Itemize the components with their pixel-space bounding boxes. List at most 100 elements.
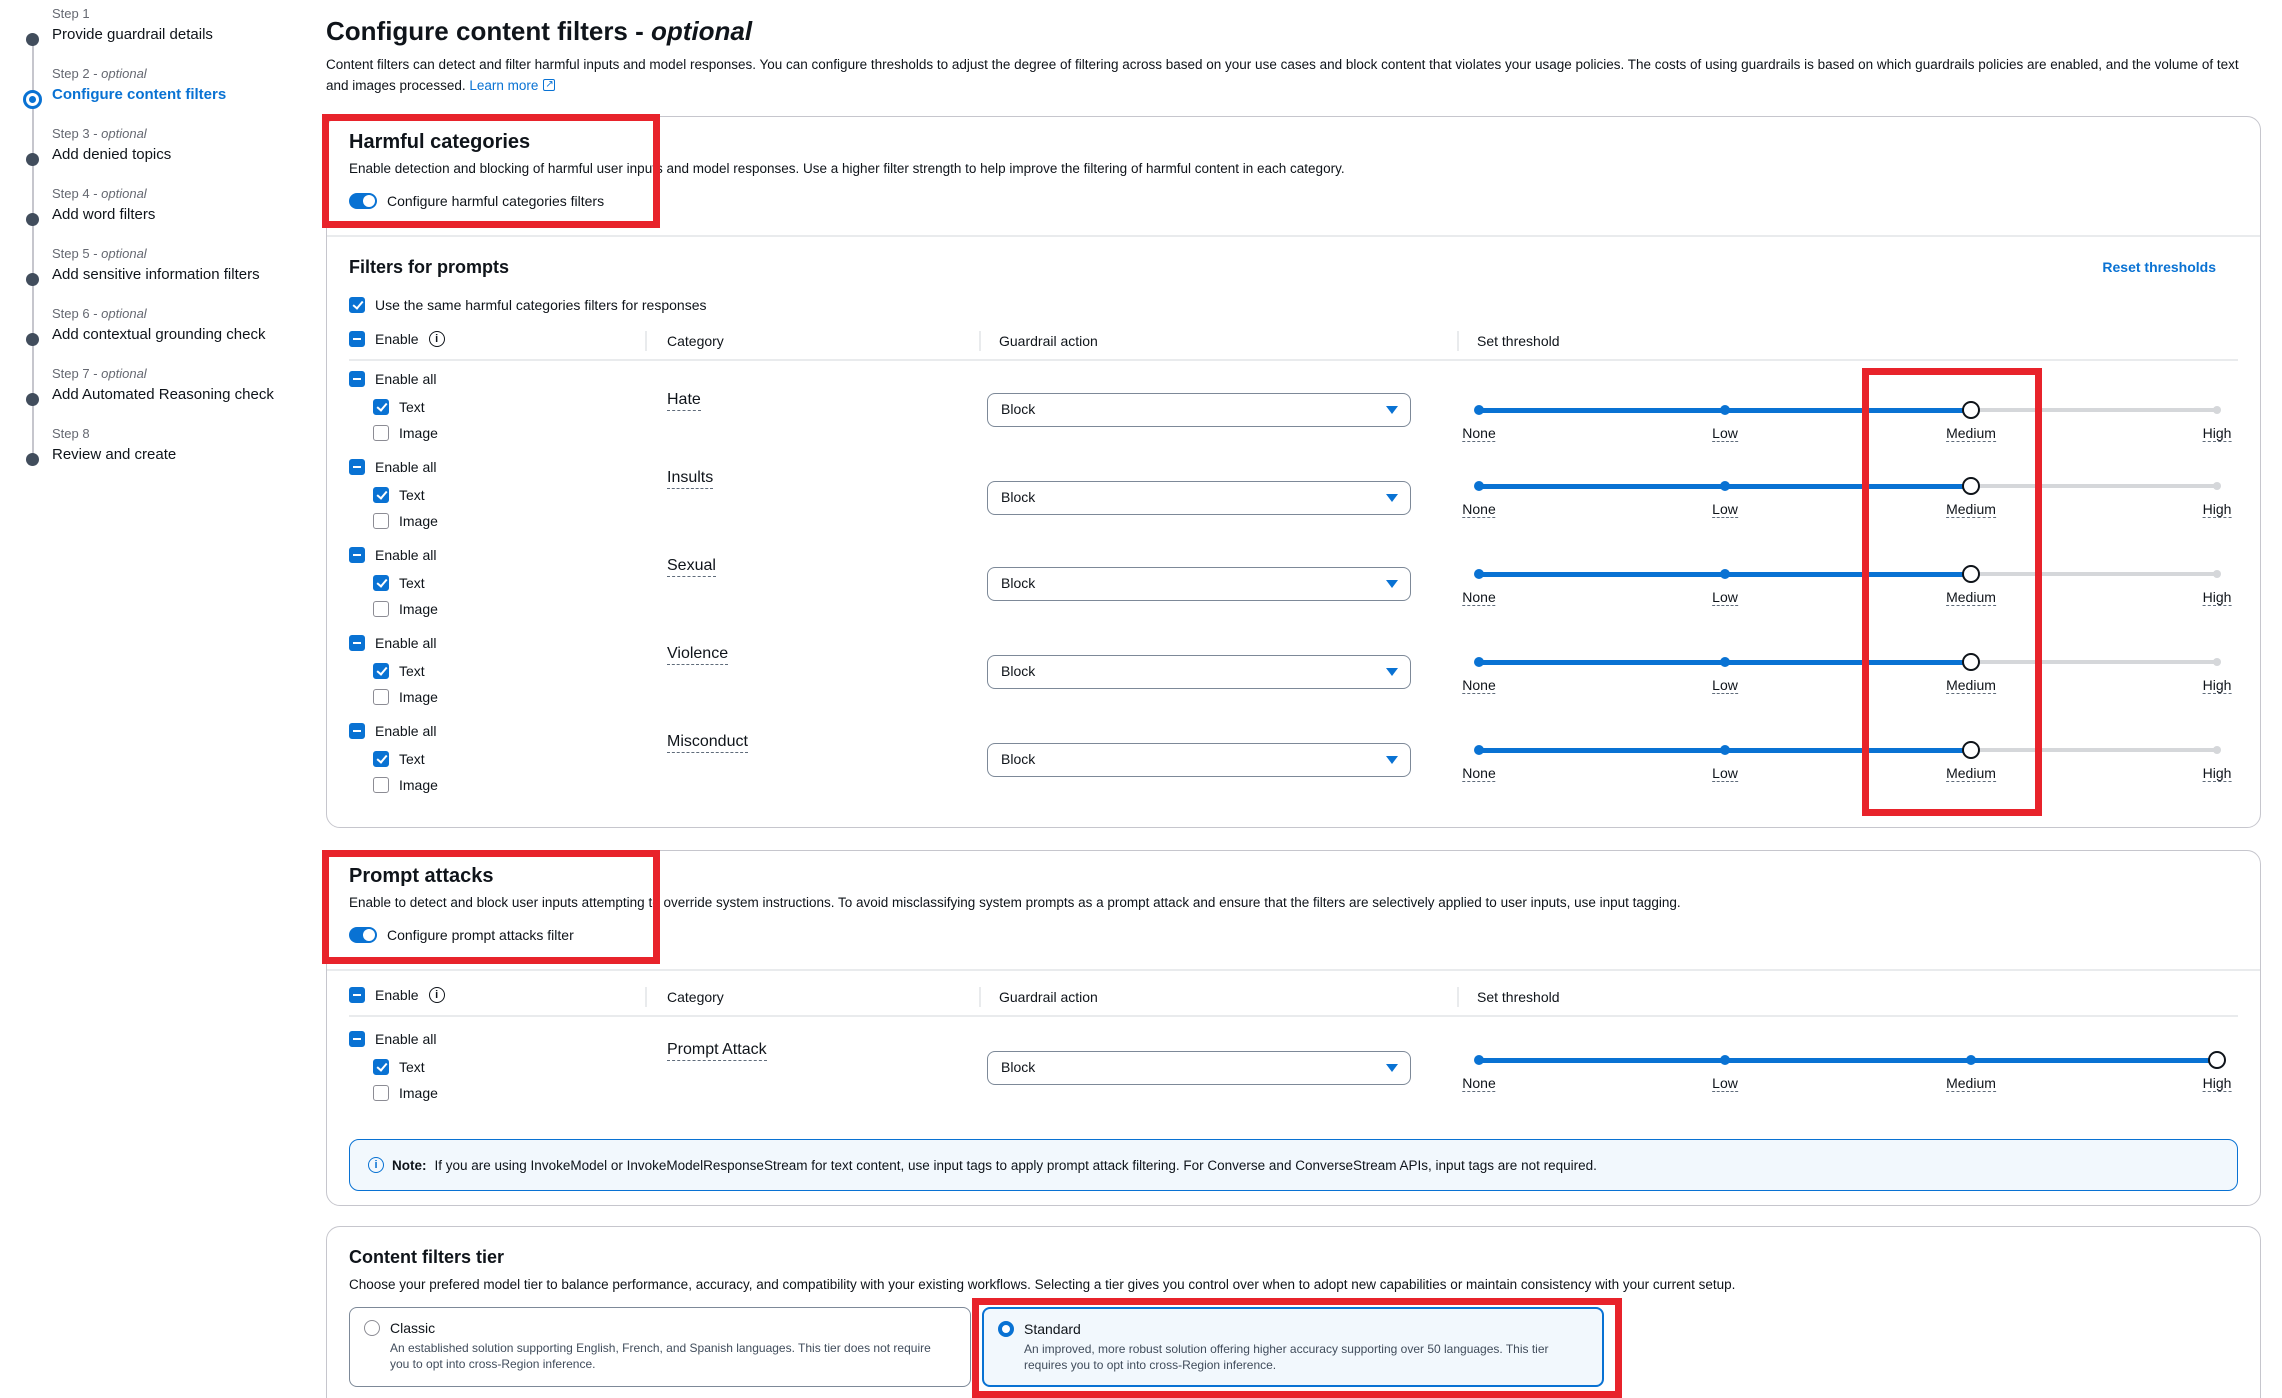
enable-all-checkbox[interactable] [349,1031,365,1047]
enable-all-checkbox[interactable] [349,547,365,563]
step-4[interactable]: Step 4 - optional Add word filters [26,186,155,226]
slider-tick[interactable] [1474,745,1484,755]
step-name[interactable]: Provide guardrail details [52,26,213,43]
slider-tick[interactable] [1720,405,1730,415]
slider-handle[interactable] [1962,565,1980,583]
slider-tick[interactable] [2213,570,2221,578]
enable-all-row[interactable]: Enable all [349,459,437,475]
info-icon[interactable]: i [428,331,445,347]
category-label[interactable]: Insults [667,469,714,489]
text-checkbox-row[interactable]: Text [373,575,425,591]
threshold-slider[interactable]: None Low Medium High [1462,477,2232,519]
category-label[interactable]: Prompt Attack [667,1041,767,1061]
threshold-label-low[interactable]: Low [1712,501,1738,518]
tier-option-standard[interactable]: Standard An improved, more robust soluti… [982,1307,1604,1387]
step-name[interactable]: Review and create [52,446,176,463]
slider-tick[interactable] [1474,481,1484,491]
step-name[interactable]: Add sensitive information filters [52,266,260,283]
slider-tick[interactable] [1474,1055,1484,1065]
threshold-label-medium[interactable]: Medium [1946,589,1996,606]
slider-handle[interactable] [1962,401,1980,419]
step-2[interactable]: Step 2 - optional Configure content filt… [23,66,226,109]
slider-tick[interactable] [1474,657,1484,667]
slider-handle[interactable] [1962,653,1980,671]
step-7[interactable]: Step 7 - optional Add Automated Reasonin… [26,366,274,406]
category-label[interactable]: Violence [667,645,729,665]
enable-all-row[interactable]: Enable all [349,635,437,651]
threshold-label-low[interactable]: Low [1712,425,1738,442]
enable-all-row[interactable]: Enable all [349,547,437,563]
threshold-label-none[interactable]: None [1462,1075,1496,1092]
step-5[interactable]: Step 5 - optional Add sensitive informat… [26,246,260,286]
slider-tick[interactable] [1720,481,1730,491]
reset-thresholds-link[interactable]: Reset thresholds [2102,259,2216,275]
slider-tick[interactable] [2213,746,2221,754]
slider-tick[interactable] [2213,406,2221,414]
threshold-label-none[interactable]: None [1462,425,1496,442]
guardrail-action-select[interactable]: Block [987,743,1411,777]
enable-all-header-checkbox[interactable] [349,987,365,1003]
step-name[interactable]: Add word filters [52,206,155,223]
text-checkbox[interactable] [373,663,389,679]
image-checkbox-row[interactable]: Image [373,1085,438,1101]
threshold-label-none[interactable]: None [1462,501,1496,518]
slider-handle[interactable] [2208,1051,2226,1069]
guardrail-action-select[interactable]: Block [987,393,1411,427]
slider-handle[interactable] [1962,741,1980,759]
step-name[interactable]: Add Automated Reasoning check [52,386,274,403]
step-3[interactable]: Step 3 - optional Add denied topics [26,126,171,166]
threshold-label-medium[interactable]: Medium [1946,1075,1996,1092]
enable-all-checkbox[interactable] [349,723,365,739]
image-checkbox[interactable] [373,777,389,793]
step-1[interactable]: Step 1 Provide guardrail details [26,6,213,46]
threshold-label-high[interactable]: High [2202,589,2232,606]
threshold-label-medium[interactable]: Medium [1946,501,1996,518]
toggle-switch[interactable] [349,927,377,943]
threshold-slider[interactable]: None Low Medium High [1462,401,2232,443]
threshold-label-low[interactable]: Low [1712,589,1738,606]
slider-tick[interactable] [1720,569,1730,579]
image-checkbox-row[interactable]: Image [373,513,438,529]
image-checkbox[interactable] [373,689,389,705]
text-checkbox[interactable] [373,575,389,591]
guardrail-action-select[interactable]: Block [987,655,1411,689]
image-checkbox-row[interactable]: Image [373,425,438,441]
image-checkbox[interactable] [373,1085,389,1101]
classic-radio[interactable] [364,1320,380,1336]
threshold-label-medium[interactable]: Medium [1946,765,1996,782]
tier-option-classic[interactable]: Classic An established solution supporti… [349,1307,971,1387]
text-checkbox[interactable] [373,1059,389,1075]
slider-tick[interactable] [2213,482,2221,490]
slider-tick[interactable] [1720,745,1730,755]
text-checkbox[interactable] [373,399,389,415]
category-label[interactable]: Sexual [667,557,716,577]
threshold-label-low[interactable]: Low [1712,677,1738,694]
enable-all-row[interactable]: Enable all [349,1031,437,1047]
enable-all-checkbox[interactable] [349,635,365,651]
guardrail-action-select[interactable]: Block [987,481,1411,515]
toggle-switch[interactable] [349,193,377,209]
text-checkbox[interactable] [373,487,389,503]
guardrail-action-select[interactable]: Block [987,567,1411,601]
step-6[interactable]: Step 6 - optional Add contextual groundi… [26,306,265,346]
threshold-slider[interactable]: None Low Medium High [1462,565,2232,607]
threshold-label-high[interactable]: High [2202,677,2232,694]
slider-tick[interactable] [1966,1055,1976,1065]
threshold-label-medium[interactable]: Medium [1946,677,1996,694]
enable-all-row[interactable]: Enable all [349,723,437,739]
threshold-label-medium[interactable]: Medium [1946,425,1996,442]
threshold-label-low[interactable]: Low [1712,1075,1738,1092]
step-name[interactable]: Add denied topics [52,146,171,163]
info-icon[interactable]: i [428,987,445,1003]
text-checkbox-row[interactable]: Text [373,399,425,415]
text-checkbox-row[interactable]: Text [373,487,425,503]
same-filters-checkbox-row[interactable]: Use the same harmful categories filters … [349,297,706,313]
slider-tick[interactable] [1474,405,1484,415]
slider-tick[interactable] [2213,658,2221,666]
threshold-label-high[interactable]: High [2202,425,2232,442]
guardrail-action-select[interactable]: Block [987,1051,1411,1085]
category-label[interactable]: Hate [667,391,701,411]
learn-more-link[interactable]: Learn more [469,74,556,95]
category-label[interactable]: Misconduct [667,733,748,753]
threshold-label-none[interactable]: None [1462,589,1496,606]
